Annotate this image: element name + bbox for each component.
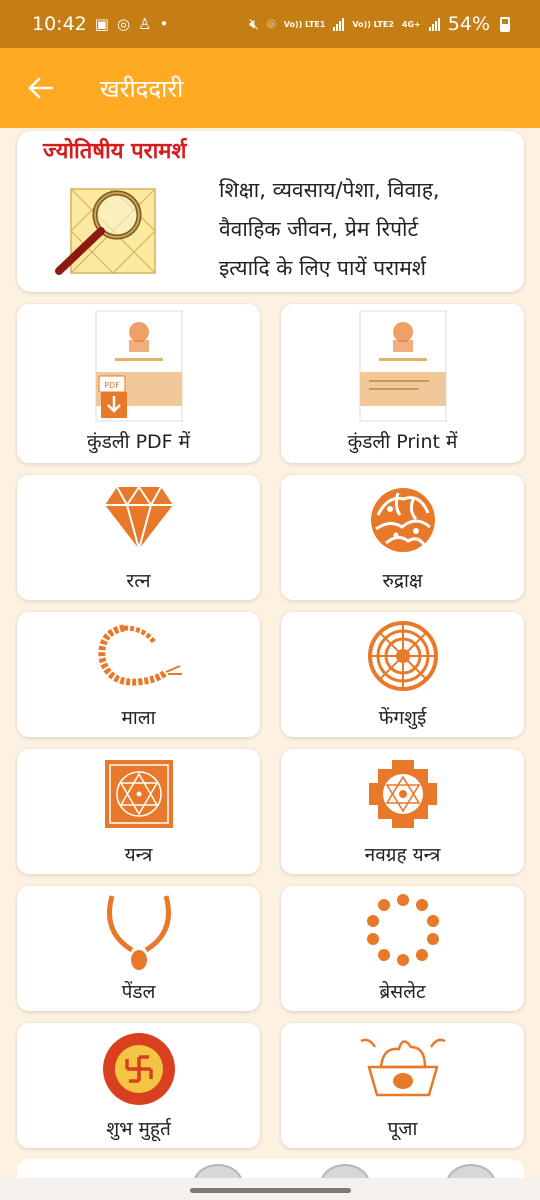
app-bar: खरीददारी <box>0 48 540 128</box>
consultation-line-2: वैवाहिक जीवन, प्रेम रिपोर्ट <box>219 217 419 241</box>
home-gesture-handle[interactable] <box>190 1188 351 1193</box>
page-title: खरीददारी <box>100 74 184 103</box>
fengshui-icon <box>367 621 438 691</box>
puja-icon <box>359 1038 446 1097</box>
item-label: कुंडली Print में <box>347 431 458 453</box>
gem-card[interactable]: रत्न <box>17 475 260 600</box>
item-label: ब्रेसलेट <box>379 981 426 1003</box>
gem-icon <box>104 485 173 551</box>
back-button[interactable] <box>26 73 56 103</box>
battery-icon <box>500 16 510 32</box>
item-label: रत्न <box>126 570 151 592</box>
app-notification-icon: ♙ <box>138 14 152 33</box>
consultation-title: ज्योतिषीय परामर्श <box>43 139 187 164</box>
item-label: पूजा <box>387 1118 418 1140</box>
yantra-icon <box>104 760 173 828</box>
navgrah-yantra-card[interactable]: नवग्रह यन्त्र <box>281 749 524 874</box>
signal-2-icon <box>428 17 440 31</box>
muhurat-card[interactable]: शुभ मुहूर्त <box>17 1023 260 1148</box>
dot-icon: • <box>159 14 169 33</box>
magnifier-chart-icon <box>55 188 156 275</box>
status-bar: 10:42 ▣ ◎ ♙ • 🔇︎ ⌾ Vo)) LTE1 Vo)) LTE2 4… <box>0 0 540 48</box>
status-time: 10:42 <box>32 13 87 35</box>
kundli-print-card[interactable]: कुंडली Print में <box>281 304 524 463</box>
swastik-icon <box>102 1033 175 1105</box>
mala-icon <box>97 624 182 686</box>
pendant-icon <box>106 895 171 970</box>
yantra-card[interactable]: यन्त्र <box>17 749 260 874</box>
status-right: 🔇︎ ⌾ Vo)) LTE1 Vo)) LTE2 4G+ 54% <box>249 13 510 35</box>
net2-label: Vo)) LTE2 <box>352 19 394 29</box>
kundli-pdf-icon: PDF <box>95 310 182 422</box>
pendant-card[interactable]: पेंडल <box>17 886 260 1011</box>
consultation-line-3: इत्यादि के लिए पायें परामर्श <box>219 256 427 280</box>
item-label: रुद्राक्ष <box>382 570 423 592</box>
mute-icon: 🔇︎ <box>249 14 259 33</box>
mala-card[interactable]: माला <box>17 612 260 737</box>
net1-label: Vo)) LTE1 <box>283 19 326 29</box>
net2-type: 4G+ <box>401 19 421 29</box>
signal-1-icon <box>333 17 345 31</box>
item-label: फेंगशुई <box>378 707 427 729</box>
navgrah-yantra-icon <box>368 760 437 828</box>
rudraksha-card[interactable]: रुद्राक्ष <box>281 475 524 600</box>
consultation-description: शिक्षा, व्यवसाय/पेशा, विवाह, वैवाहिक जीव… <box>219 171 509 288</box>
item-label: पेंडल <box>121 981 156 1003</box>
kundli-pdf-card[interactable]: PDF कुंडली PDF में <box>17 304 260 463</box>
instagram-icon: ◎ <box>116 14 131 33</box>
bracelet-icon <box>366 894 439 966</box>
item-label: यन्त्र <box>124 844 153 866</box>
item-label: कुंडली PDF में <box>86 431 191 453</box>
back-arrow-icon <box>28 77 54 99</box>
status-left: 10:42 ▣ ◎ ♙ • <box>32 13 168 35</box>
item-label: शुभ मुहूर्त <box>106 1118 171 1140</box>
svg-text:PDF: PDF <box>104 381 120 390</box>
fengshui-card[interactable]: फेंगशुई <box>281 612 524 737</box>
gallery-icon: ▣ <box>94 14 109 33</box>
rudraksha-icon <box>370 488 435 552</box>
consultation-line-1: शिक्षा, व्यवसाय/पेशा, विवाह, <box>219 178 440 202</box>
item-label: माला <box>121 707 156 729</box>
kundli-print-icon <box>359 310 446 422</box>
consultation-card[interactable]: ज्योतिषीय परामर्श शिक्षा, व्यवसाय/पेशा, … <box>17 131 524 292</box>
location-icon: ⌾ <box>266 14 276 33</box>
bracelet-card[interactable]: ब्रेसलेट <box>281 886 524 1011</box>
item-label: नवग्रह यन्त्र <box>364 844 441 866</box>
puja-card[interactable]: पूजा <box>281 1023 524 1148</box>
battery-text: 54% <box>447 13 490 35</box>
